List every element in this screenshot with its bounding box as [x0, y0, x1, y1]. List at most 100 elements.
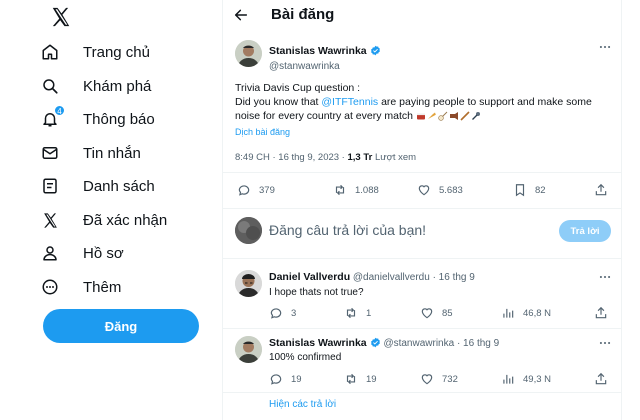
tweet-text: Trivia Davis Cup question : Did you know… [235, 81, 605, 123]
reply-icon [270, 308, 282, 319]
avatar[interactable] [235, 270, 262, 297]
reply-button[interactable]: Trả lời [559, 220, 611, 242]
post-button[interactable]: Đăng [43, 309, 199, 343]
drum-emoji-icon [416, 113, 425, 120]
like-action[interactable]: 5.683 [417, 183, 463, 197]
tweet-line: Did you know that @ITFTennis are paying … [235, 95, 605, 123]
main-column: Bài đăng Stanislas Wawrinka @stanwawrink… [222, 0, 622, 420]
avatar[interactable] [235, 336, 262, 363]
repost-action[interactable]: 1 [344, 306, 371, 320]
reply-author-handle: @stanwawrinka [383, 338, 455, 349]
sidebar-item-more[interactable]: Thêm [40, 272, 121, 302]
repost-icon [346, 307, 356, 319]
verified-badge-icon [370, 45, 380, 56]
sidebar-item-messages[interactable]: Tin nhắn [40, 138, 141, 168]
sidebar-item-home[interactable]: Trang chủ [40, 37, 150, 67]
avatar[interactable] [235, 40, 262, 67]
search-icon [40, 76, 60, 96]
x-logo-icon[interactable] [50, 6, 72, 28]
sidebar-item-lists[interactable]: Danh sách [40, 171, 155, 201]
reply-icon [270, 374, 282, 385]
like-action[interactable]: 732 [420, 372, 458, 386]
reply-text: 100% confirmed [269, 352, 342, 363]
sidebar-item-explore[interactable]: Khám phá [40, 71, 151, 101]
sidebar-item-notifications[interactable]: 4 Thông báo [40, 104, 155, 134]
reply-input[interactable]: Đăng câu trả lời của bạn! [269, 222, 426, 238]
repost-action[interactable]: 19 [344, 372, 377, 386]
my-avatar[interactable] [235, 217, 262, 244]
reply-count: 19 [291, 373, 302, 385]
share-action[interactable] [594, 372, 616, 386]
like-count: 5.683 [439, 184, 463, 196]
tweet-text-part: Did you know that [235, 96, 322, 108]
views-action[interactable]: 49,3 N [501, 372, 551, 386]
repost-action[interactable]: 1.088 [333, 183, 379, 197]
tweet-timestamp[interactable]: 8:49 CH · 16 thg 9, 2023 · [235, 152, 347, 163]
divider [223, 392, 622, 393]
like-action[interactable]: 85 [420, 306, 453, 320]
sidebar-item-label: Thêm [83, 278, 122, 296]
sidebar-item-label: Đã xác nhận [83, 211, 168, 229]
sidebar: Trang chủ Khám phá 4 Thông báo Tin nhắn … [0, 0, 222, 420]
horn-emoji-icon [449, 112, 458, 120]
reply-date[interactable]: · 16 thg 9 [433, 272, 475, 283]
reply-action[interactable]: 379 [237, 183, 275, 197]
more-options-icon[interactable] [598, 40, 612, 54]
reply-author-name[interactable]: Stanislas Wawrinka [269, 337, 367, 349]
page-header: Bài đăng [223, 0, 623, 30]
mail-icon [40, 143, 60, 163]
heart-icon [418, 185, 430, 196]
tweet-line: Trivia Davis Cup question : [235, 82, 361, 94]
sidebar-item-label: Trang chủ [83, 43, 150, 61]
bookmark-icon [515, 184, 525, 197]
reply-author-handle: @danielvallverdu [352, 272, 430, 283]
reply-action[interactable]: 3 [269, 306, 296, 320]
show-replies-link[interactable]: Hiện các trả lời [269, 399, 336, 410]
profile-icon [40, 243, 60, 263]
reply-header: Stanislas Wawrinka @stanwawrinka · 16 th… [269, 337, 499, 349]
reply-action[interactable]: 19 [269, 372, 302, 386]
microphone-emoji-icon [471, 112, 480, 120]
bookmark-action[interactable]: 82 [513, 183, 546, 197]
sidebar-item-profile[interactable]: Hồ sơ [40, 238, 124, 268]
sidebar-item-label: Khám phá [83, 77, 152, 95]
notification-badge: 4 [54, 105, 65, 116]
repost-icon [346, 373, 356, 385]
divider [223, 208, 622, 209]
repost-count: 1 [366, 307, 372, 319]
heart-icon [421, 308, 433, 319]
author-name[interactable]: Stanislas Wawrinka [269, 45, 367, 57]
repost-count: 19 [366, 373, 377, 385]
bell-icon: 4 [40, 105, 65, 129]
bookmark-count: 82 [535, 184, 546, 196]
reply-text: I hope thats not true? [269, 287, 364, 298]
mention-link[interactable]: @ITFTennis [321, 96, 378, 108]
views-chart-icon [503, 374, 514, 384]
more-options-icon[interactable] [598, 336, 612, 350]
share-action[interactable] [594, 183, 616, 197]
reply-header: Daniel Vallverdu @danielvallverdu · 16 t… [269, 271, 475, 283]
share-icon [595, 306, 607, 319]
repost-icon [335, 184, 345, 196]
more-options-icon[interactable] [598, 270, 612, 284]
reply-count: 379 [259, 184, 275, 196]
sidebar-item-verified[interactable]: Đã xác nhận [40, 205, 167, 235]
reply-date[interactable]: · 16 thg 9 [457, 338, 499, 349]
sidebar-item-label: Thông báo [83, 110, 155, 128]
emoji-group [416, 111, 481, 121]
sidebar-item-label: Danh sách [83, 177, 155, 195]
views-action[interactable]: 46,8 N [501, 306, 551, 320]
author-info: Stanislas Wawrinka @stanwawrinka [269, 41, 381, 72]
trumpet-emoji-icon [427, 112, 436, 119]
back-arrow-icon[interactable] [233, 7, 249, 23]
sidebar-item-label: Tin nhắn [83, 144, 141, 162]
divider [223, 258, 622, 259]
views-chart-icon [503, 308, 514, 318]
bugle-emoji-icon [460, 111, 470, 121]
share-action[interactable] [594, 306, 616, 320]
translate-post-link[interactable]: Dịch bài đăng [235, 127, 290, 137]
author-handle: @stanwawrinka [269, 61, 340, 72]
views-count: 49,3 N [523, 373, 551, 385]
reply-icon [238, 185, 250, 196]
reply-author-name[interactable]: Daniel Vallverdu [269, 271, 350, 283]
